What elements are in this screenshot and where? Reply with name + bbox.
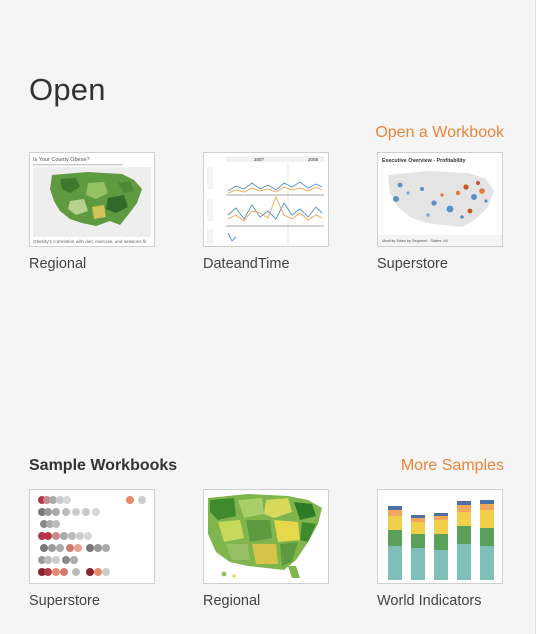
stacked-bar-thumbnail xyxy=(378,490,502,583)
start-page: Open Open a Workbook Is Your County Obes… xyxy=(0,0,536,634)
thumb-caption: Obesity's correlation with diet, exercis… xyxy=(33,239,147,244)
workbook-label[interactable]: DateandTime xyxy=(203,256,333,272)
sample-workbooks-title: Sample Workbooks xyxy=(29,457,178,474)
workbook-thumbnail[interactable] xyxy=(203,489,329,584)
workbook-thumbnail[interactable]: Executive Overview - Profitability Month… xyxy=(377,152,503,247)
sample-workbook-superstore[interactable]: Superstore xyxy=(29,489,159,609)
workbook-thumbnail[interactable] xyxy=(377,489,503,584)
sample-workbook-regional[interactable]: Regional xyxy=(203,489,333,609)
workbook-label[interactable]: Regional xyxy=(29,256,159,272)
thumb-title: Is Your County Obese? xyxy=(33,157,90,163)
line-chart-thumbnail: 2007 2008 xyxy=(204,153,328,246)
superstore-map-thumbnail: Executive Overview - Profitability Month… xyxy=(378,153,502,246)
dot-plot-thumbnail xyxy=(30,490,154,583)
thumb-year-2: 2008 xyxy=(308,157,319,162)
open-heading: Open xyxy=(29,72,106,107)
workbook-label[interactable]: World Indicators xyxy=(377,593,507,609)
workbook-thumbnail[interactable]: 2007 2008 xyxy=(203,152,329,247)
workbook-thumbnail[interactable]: Is Your County Obese? Obesity's correlat… xyxy=(29,152,155,247)
sample-workbook-world-indicators[interactable]: World Indicators xyxy=(377,489,507,609)
regional-map-thumbnail: Is Your County Obese? Obesity's correlat… xyxy=(30,153,154,246)
thumb-title: Executive Overview - Profitability xyxy=(382,158,466,164)
recent-workbook-dateandtime[interactable]: 2007 2008 DateandTime xyxy=(203,152,333,272)
thumb-year-1: 2007 xyxy=(254,157,265,162)
more-samples-link[interactable]: More Samples xyxy=(401,457,504,475)
thumb-caption: Monthly Sales by Segment · States: All xyxy=(382,239,448,243)
recent-workbook-regional[interactable]: Is Your County Obese? Obesity's correlat… xyxy=(29,152,159,272)
workbook-label[interactable]: Superstore xyxy=(29,593,159,609)
workbook-label[interactable]: Superstore xyxy=(377,256,507,272)
open-workbook-link[interactable]: Open a Workbook xyxy=(375,124,504,142)
workbook-label[interactable]: Regional xyxy=(203,593,333,609)
choropleth-map-thumbnail xyxy=(204,490,328,583)
recent-workbook-superstore[interactable]: Executive Overview - Profitability Month… xyxy=(377,152,507,272)
workbook-thumbnail[interactable] xyxy=(29,489,155,584)
